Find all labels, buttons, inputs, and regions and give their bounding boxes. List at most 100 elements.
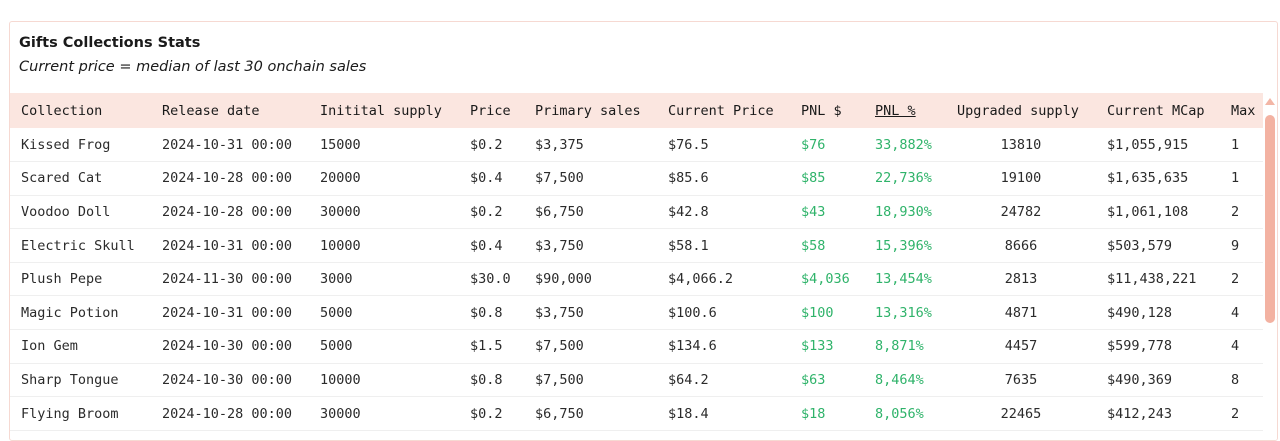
cell-max: 1 bbox=[1231, 170, 1240, 187]
cell-pnl-percent: 15,396% bbox=[875, 237, 932, 254]
cell-current-price: $85.6 bbox=[668, 170, 709, 187]
cell-price: $0.4 bbox=[470, 170, 503, 187]
cell-current-mcap: $1,635,635 bbox=[1107, 170, 1189, 187]
cell-max: 2 bbox=[1231, 405, 1240, 422]
column-header-initial-supply[interactable]: Initital supply bbox=[309, 93, 459, 128]
cell-max: 9 bbox=[1231, 237, 1240, 254]
cell-price: $0.8 bbox=[470, 371, 503, 388]
cell-release-date: 2024-10-28 00:00 bbox=[162, 170, 293, 187]
table-row[interactable]: Voodoo Doll 2024-10-28 00:00 30000 $0.2 $6,7… bbox=[10, 195, 1263, 229]
cell-price: $0.2 bbox=[470, 136, 503, 153]
cell-current-price: $100.6 bbox=[668, 304, 717, 321]
cell-upgraded-supply: 4871 bbox=[1004, 304, 1038, 321]
scroll-up-arrow-icon[interactable] bbox=[1265, 98, 1275, 105]
cell-current-mcap: $490,128 bbox=[1107, 304, 1173, 321]
cell-current-mcap: $1,055,915 bbox=[1107, 136, 1189, 153]
table-row[interactable]: Sharp Tongue 2024-10-30 00:00 10000 $0.8 $7,… bbox=[10, 363, 1263, 397]
column-header-current-mcap[interactable]: Current MCap bbox=[1096, 93, 1220, 128]
cell-current-mcap: $599,778 bbox=[1107, 338, 1173, 355]
table-row[interactable]: Ion Gem 2024-10-30 00:00 5000 $1.5 $7,500 $13… bbox=[10, 330, 1263, 364]
cell-max: 4 bbox=[1231, 304, 1240, 321]
table-row[interactable]: Plush Pepe 2024-11-30 00:00 3000 $30.0 $90,0… bbox=[10, 262, 1263, 296]
table-header-row: Collection Release date Initital supply … bbox=[10, 93, 1263, 128]
cell-current-price: $76.5 bbox=[668, 136, 709, 153]
cell-primary-sales: $3,375 bbox=[535, 136, 584, 153]
cell-price: $0.4 bbox=[470, 237, 503, 254]
cell-pnl-percent: 8,056% bbox=[875, 405, 924, 422]
table-row[interactable]: Flying Broom 2024-10-28 00:00 30000 $0.2 $6,… bbox=[10, 397, 1263, 431]
cell-upgraded-supply: 24782 bbox=[1000, 203, 1042, 220]
table-row[interactable]: Kissed Frog 2024-10-31 00:00 15000 $0.2 $3,3… bbox=[10, 128, 1263, 162]
cell-primary-sales: $7,500 bbox=[535, 338, 584, 355]
cell-primary-sales: $7,500 bbox=[535, 371, 584, 388]
column-header-price[interactable]: Price bbox=[459, 93, 524, 128]
cell-upgraded-supply: 8666 bbox=[1004, 237, 1038, 254]
stats-card: Gifts Collections Stats Current price = … bbox=[9, 21, 1278, 441]
cell-pnl-percent: 22,736% bbox=[875, 170, 932, 187]
column-header-release-date[interactable]: Release date bbox=[151, 93, 309, 128]
cell-primary-sales: $3,750 bbox=[535, 237, 584, 254]
cell-current-price: $18.4 bbox=[668, 405, 709, 422]
vertical-scrollbar[interactable] bbox=[1263, 93, 1277, 440]
column-header-current-price[interactable]: Current Price bbox=[657, 93, 790, 128]
cell-upgraded-supply: 13810 bbox=[1000, 136, 1042, 153]
column-header-upgraded-supply[interactable]: Upgraded supply bbox=[946, 93, 1096, 128]
table-row[interactable]: Magic Potion 2024-10-31 00:00 5000 $0.8 $3,7… bbox=[10, 296, 1263, 330]
cell-release-date: 2024-10-31 00:00 bbox=[162, 136, 293, 153]
cell-pnl-usd: $58 bbox=[801, 237, 826, 254]
column-header-primary-sales[interactable]: Primary sales bbox=[524, 93, 657, 128]
cell-release-date: 2024-10-28 00:00 bbox=[162, 405, 293, 422]
cell-collection: Ion Gem bbox=[21, 338, 78, 355]
scroll-thumb[interactable] bbox=[1265, 115, 1275, 323]
cell-primary-sales: $7,500 bbox=[535, 170, 584, 187]
cell-collection: Electric Skull bbox=[21, 237, 135, 254]
stats-table: Collection Release date Initital supply … bbox=[10, 93, 1263, 431]
cell-max: 8 bbox=[1231, 371, 1240, 388]
cell-pnl-percent: 13,316% bbox=[875, 304, 932, 321]
column-header-max[interactable]: Max bbox=[1220, 93, 1263, 128]
cell-initial-supply: 30000 bbox=[320, 405, 361, 422]
cell-upgraded-supply: 7635 bbox=[1004, 371, 1038, 388]
cell-collection: Kissed Frog bbox=[21, 136, 111, 153]
cell-current-mcap: $503,579 bbox=[1107, 237, 1173, 254]
table-body: Kissed Frog 2024-10-31 00:00 1 5000 $0.2 $3,3… bbox=[10, 128, 1263, 431]
cell-current-mcap: $11,438,221 bbox=[1107, 271, 1197, 288]
cell-pnl-usd: $133 bbox=[801, 338, 834, 355]
cell-collection: Sharp Tongue bbox=[21, 371, 119, 388]
column-header-pnl-usd[interactable]: PNL $ bbox=[790, 93, 864, 128]
cell-pnl-usd: $100 bbox=[801, 304, 834, 321]
cell-initial-supply: 30000 bbox=[320, 203, 361, 220]
cell-initial-supply: 20000 bbox=[320, 170, 361, 187]
cell-initial-supply: 5000 bbox=[320, 338, 353, 355]
cell-pnl-percent: 18,930% bbox=[875, 203, 932, 220]
cell-release-date: 2024-11-30 00:00 bbox=[162, 271, 293, 288]
column-header-collection[interactable]: Collection bbox=[10, 93, 151, 128]
cell-pnl-usd: $76 bbox=[801, 136, 826, 153]
cell-max: 1 bbox=[1231, 136, 1240, 153]
cell-upgraded-supply: 19100 bbox=[1000, 170, 1042, 187]
cell-upgraded-supply: 22465 bbox=[1000, 405, 1042, 422]
cell-max: 2 bbox=[1231, 271, 1240, 288]
cell-price: $0.2 bbox=[470, 405, 503, 422]
cell-price: $0.2 bbox=[470, 203, 503, 220]
card-subtitle: Current price = median of last 30 onchai… bbox=[19, 59, 367, 75]
cell-upgraded-supply: 4457 bbox=[1004, 338, 1038, 355]
table-row[interactable]: Electric Skull 2024-10-31 00:00 10000 $0.4 $… bbox=[10, 229, 1263, 263]
cell-collection: Plush Pepe bbox=[21, 271, 103, 288]
cell-pnl-percent: 8,871% bbox=[875, 338, 924, 355]
cell-max: 2 bbox=[1231, 203, 1240, 220]
cell-pnl-percent: 33,882% bbox=[875, 136, 932, 153]
cell-pnl-usd: $43 bbox=[801, 203, 826, 220]
cell-pnl-usd: $85 bbox=[801, 170, 826, 187]
card-title: Gifts Collections Stats bbox=[19, 35, 201, 51]
table-container[interactable]: Collection Release date Initital supply … bbox=[10, 93, 1263, 440]
cell-current-mcap: $1,061,108 bbox=[1107, 203, 1189, 220]
column-header-pnl-percent[interactable]: PNL % bbox=[864, 93, 946, 128]
cell-initial-supply: 10000 bbox=[320, 237, 361, 254]
cell-price: $30.0 bbox=[470, 271, 511, 288]
table-row[interactable]: Scared Cat 2024-10-28 00:00 20000 $0.4 $7,50… bbox=[10, 162, 1263, 196]
cell-collection: Magic Potion bbox=[21, 304, 119, 321]
cell-pnl-usd: $18 bbox=[801, 405, 826, 422]
cell-price: $1.5 bbox=[470, 338, 503, 355]
cell-collection: Scared Cat bbox=[21, 170, 103, 187]
